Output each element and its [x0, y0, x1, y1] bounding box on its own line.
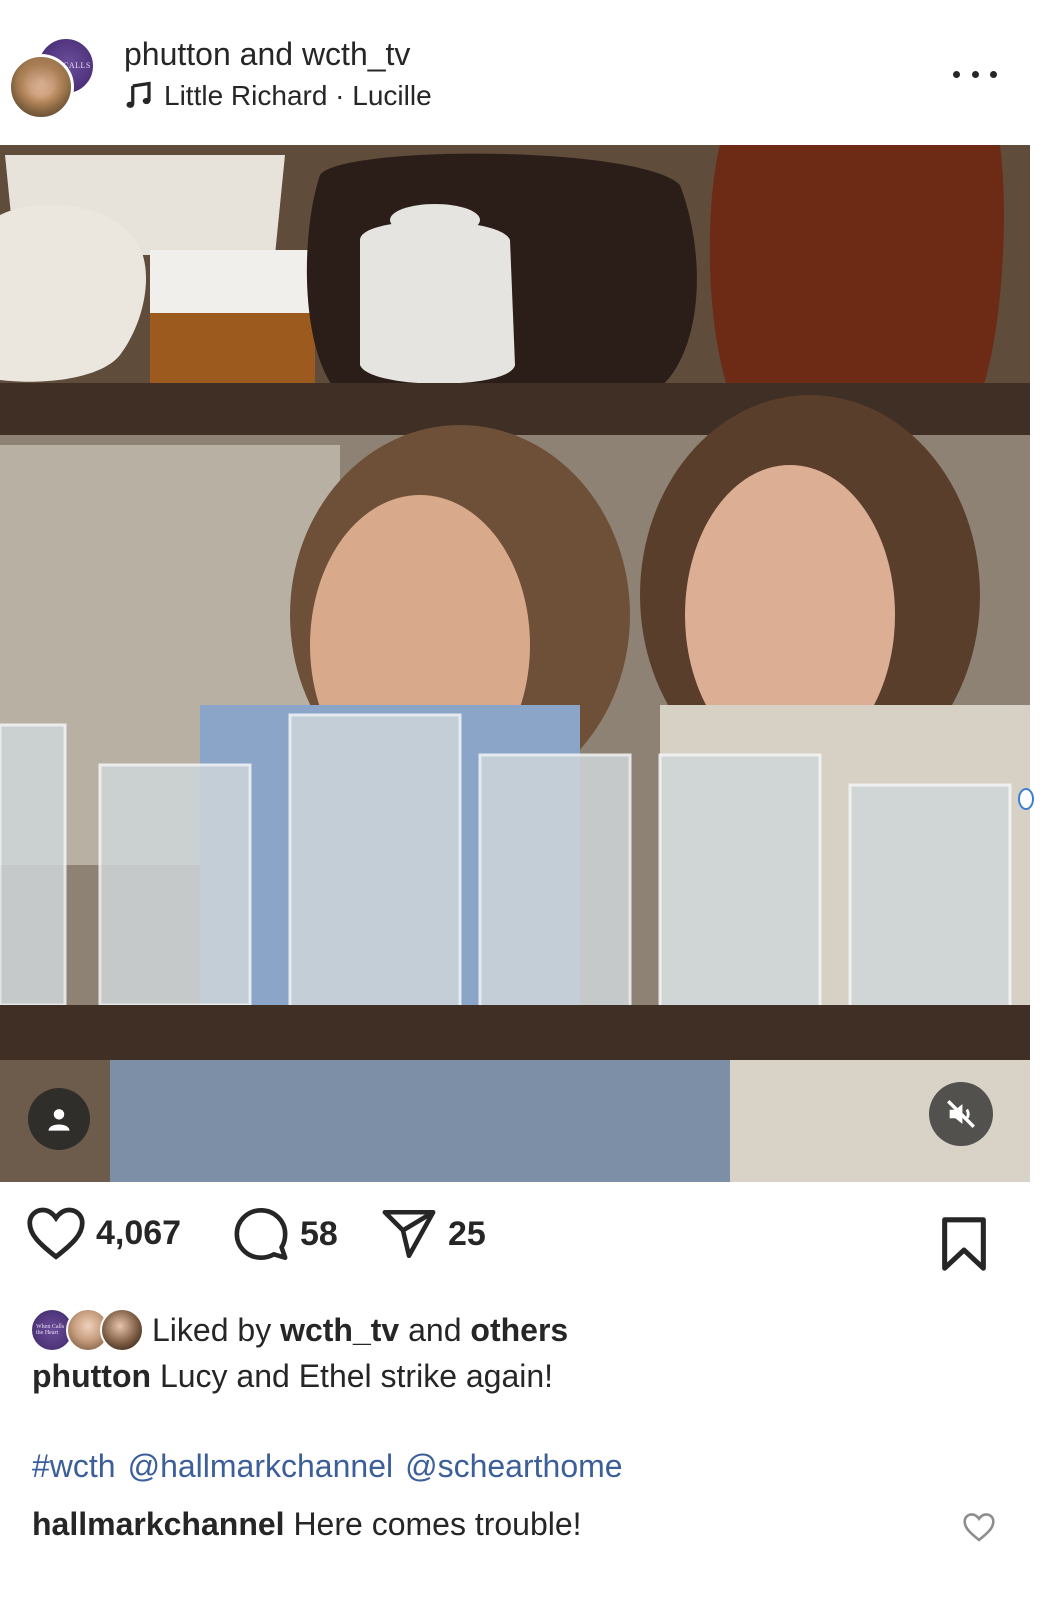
hashtag-wcth[interactable]: #wcth: [32, 1448, 116, 1485]
music-note-icon: [126, 81, 151, 108]
side-handle[interactable]: [1018, 788, 1034, 810]
comments-count: 58: [300, 1214, 338, 1253]
liked-by-avatars: When Calls the Heart: [30, 1308, 148, 1352]
bookmark-icon: [942, 1217, 986, 1271]
collab-avatars[interactable]: CALLS: [8, 36, 98, 120]
comment-row: hallmarkchannel Here comes trouble!: [32, 1506, 582, 1543]
user-tag-icon[interactable]: [28, 1088, 90, 1150]
comment-like-button[interactable]: [962, 1512, 996, 1547]
liked-avatar-3: [100, 1308, 144, 1352]
caption-username[interactable]: phutton: [32, 1358, 151, 1394]
comment-icon: [234, 1208, 288, 1260]
share-button[interactable]: 25: [380, 1205, 486, 1263]
audio-info[interactable]: Little Richard · Lucille: [124, 80, 432, 112]
hashtags-row: #wcth @hallmarkchannel @schearthome: [32, 1448, 623, 1485]
bookmark-button[interactable]: [938, 1215, 990, 1278]
share-icon: [382, 1209, 436, 1259]
heart-icon: [963, 1513, 995, 1542]
post-header: CALLS phutton and wcth_tv Little Richard…: [0, 0, 1051, 145]
mention-hallmarkchannel[interactable]: @hallmarkchannel: [128, 1448, 394, 1485]
liked-by-text: Liked by wcth_tv and others: [152, 1312, 568, 1349]
heart-icon: [27, 1207, 85, 1260]
post-caption: phutton Lucy and Ethel strike again!: [32, 1358, 553, 1395]
liked-by-user[interactable]: wcth_tv: [280, 1312, 399, 1348]
user-silhouette: [48, 1109, 70, 1131]
liked-by-and: and: [408, 1311, 462, 1348]
liked-by-prefix: Liked by: [152, 1311, 272, 1348]
speaker-muted-glyph: [947, 1100, 975, 1128]
comment-username[interactable]: hallmarkchannel: [32, 1506, 285, 1542]
shares-count: 25: [448, 1214, 486, 1253]
avatar-phutton[interactable]: [8, 54, 74, 120]
like-button[interactable]: 4,067: [26, 1205, 181, 1261]
photo-illustration: [0, 145, 1030, 1182]
action-bar: 4,067 58 25: [0, 1205, 1051, 1285]
mention-schearthome[interactable]: @schearthome: [405, 1448, 622, 1485]
liked-by-others[interactable]: others: [470, 1312, 568, 1348]
caption-text: Lucy and Ethel strike again!: [159, 1358, 554, 1394]
likes-count: 4,067: [96, 1213, 182, 1252]
comment-text: Here comes trouble!: [293, 1506, 582, 1542]
audio-label: Little Richard · Lucille: [164, 80, 432, 111]
mute-icon[interactable]: [929, 1082, 993, 1146]
comment-button[interactable]: 58: [232, 1205, 338, 1263]
post-image[interactable]: [0, 145, 1030, 1182]
more-icon[interactable]: [953, 66, 997, 82]
liked-by-row[interactable]: When Calls the Heart Liked by wcth_tv an…: [30, 1300, 568, 1360]
post-authors[interactable]: phutton and wcth_tv: [124, 36, 410, 73]
